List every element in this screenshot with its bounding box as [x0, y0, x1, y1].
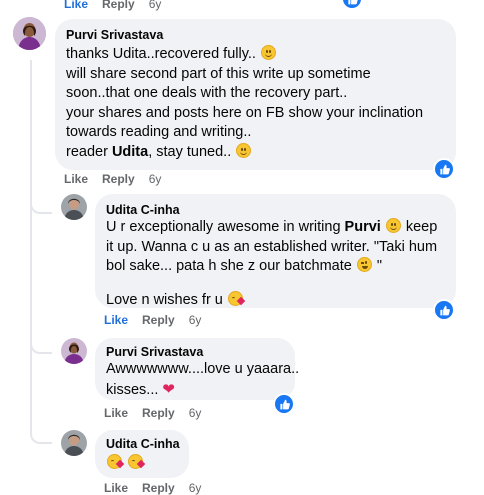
comment-author[interactable]: Udita C-inha — [106, 202, 180, 218]
kiss-emoji-icon — [128, 454, 144, 469]
red-heart-emoji-icon: ❤ — [162, 380, 175, 398]
comment-author[interactable]: Purvi Srivastava — [66, 27, 163, 43]
avatar[interactable] — [61, 338, 87, 364]
reply-button[interactable]: Reply — [142, 481, 175, 495]
reply-button[interactable]: Reply — [142, 313, 175, 327]
kiss-emoji-icon — [227, 290, 243, 306]
comment-text: thanks Udita..recovered fully.. will sha… — [66, 45, 423, 162]
like-button[interactable]: Like — [64, 0, 88, 11]
timestamp[interactable]: 6y — [149, 172, 162, 186]
comment-author[interactable]: Purvi Srivastava — [106, 344, 203, 360]
comment-line: your shares and posts here on FB show yo… — [66, 104, 424, 121]
comment-bubble: Purvi Srivastava Awwwwwww....love u yaaa… — [95, 338, 299, 400]
comment-line: , stay tuned.. — [148, 143, 232, 160]
thumbs-up-icon — [439, 305, 450, 315]
like-button[interactable]: Like — [104, 406, 128, 420]
mention-link[interactable]: Purvi — [345, 219, 381, 235]
comment-bubble: Udita C-inha U r exceptionally awesome i… — [95, 194, 456, 308]
comment-text: U r exceptionally awesome in writing Pur… — [106, 218, 437, 310]
thread-line — [30, 60, 32, 180]
comment-line: Awwwwwww....love u yaaara.. — [106, 361, 300, 377]
kiss-emoji-icon — [107, 454, 122, 469]
comment-line: U r exceptionally awesome in writing — [106, 219, 345, 235]
timestamp[interactable]: 6y — [189, 481, 202, 495]
comment-bubble: Udita C-inha — [95, 430, 189, 478]
comment-line: kisses... — [106, 381, 163, 398]
wink-emoji-icon — [356, 257, 372, 272]
profile-photo-icon — [61, 338, 87, 364]
comment-actions: Like Reply 6y — [64, 172, 161, 186]
thread-connector — [30, 430, 52, 444]
smile-emoji-icon — [236, 142, 252, 158]
comment-text: Awwwwwww....love u yaaara.. kisses... ❤ — [106, 360, 299, 400]
thumbs-up-icon — [439, 164, 450, 174]
comment-line: it up. Wanna c u as an established write… — [106, 238, 438, 255]
top-comment-actions: Like Reply 6y — [64, 0, 161, 11]
thread-line — [30, 355, 32, 435]
avatar[interactable] — [61, 194, 87, 220]
like-button[interactable]: Like — [104, 481, 128, 495]
reply-button[interactable]: Reply — [102, 0, 135, 11]
comment-line: Love n wishes fr u — [106, 291, 227, 308]
thumbs-up-icon — [279, 399, 290, 409]
like-button[interactable]: Like — [104, 313, 128, 327]
smile-emoji-icon — [260, 45, 276, 60]
thread-connector — [30, 200, 52, 214]
timestamp[interactable]: 6y — [189, 313, 202, 327]
comment-actions: Like Reply 6y — [104, 313, 201, 327]
profile-photo-icon — [61, 430, 87, 456]
avatar[interactable] — [61, 430, 87, 456]
comment-line: will share second part of this write up … — [66, 65, 371, 82]
comment-line: " — [372, 258, 383, 274]
comment-actions: Like Reply 6y — [104, 481, 201, 495]
avatar[interactable] — [13, 17, 46, 50]
like-reaction-badge[interactable] — [273, 393, 295, 415]
mention-link[interactable]: Udita — [112, 144, 148, 160]
smile-emoji-icon — [385, 218, 401, 233]
comment-bubble: Purvi Srivastava thanks Udita..recovered… — [55, 19, 456, 170]
reply-button[interactable]: Reply — [102, 172, 135, 186]
thumbs-up-icon — [347, 0, 358, 4]
like-reaction-badge[interactable] — [433, 299, 455, 321]
comment-line: thanks Udita..recovered fully.. — [66, 46, 256, 62]
comment-author[interactable]: Udita C-inha — [106, 436, 180, 452]
comment-line: keep — [401, 219, 438, 235]
like-reaction-badge[interactable] — [341, 0, 363, 10]
timestamp[interactable]: 6y — [149, 0, 162, 11]
profile-photo-icon — [13, 17, 46, 50]
comment-actions: Like Reply 6y — [104, 406, 201, 420]
timestamp[interactable]: 6y — [189, 406, 202, 420]
comment-text — [106, 454, 144, 474]
comment-line: bol sake... pata h she z our batchmate — [106, 258, 356, 274]
thread-connector — [30, 340, 52, 354]
like-reaction-badge[interactable] — [433, 158, 455, 180]
comment-line: reader — [66, 143, 112, 160]
comment-line: towards reading and writing.. — [66, 124, 252, 140]
like-button[interactable]: Like — [64, 172, 88, 186]
reply-button[interactable]: Reply — [142, 406, 175, 420]
comment-line: soon..that one deals with the recovery p… — [66, 85, 348, 101]
profile-photo-icon — [61, 194, 87, 220]
